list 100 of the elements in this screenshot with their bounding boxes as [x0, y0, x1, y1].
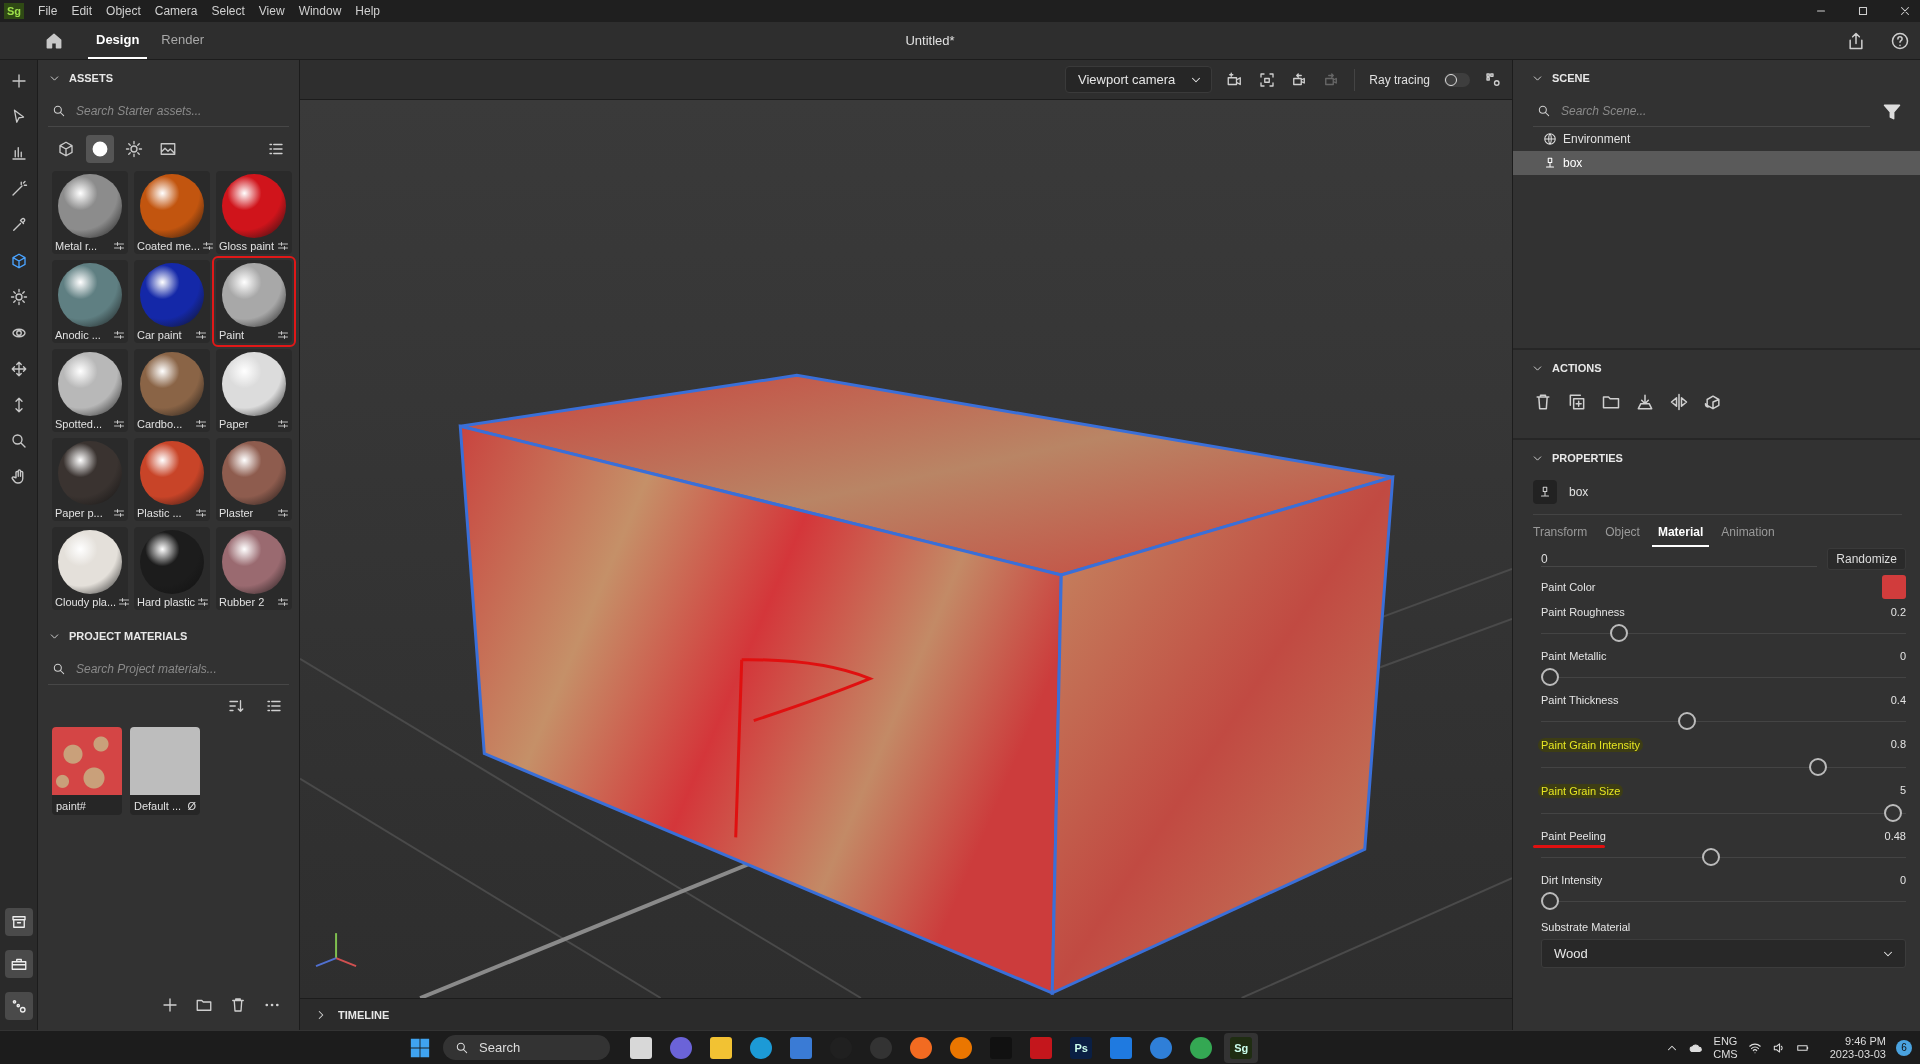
menu-item[interactable]: View — [258, 4, 285, 18]
material-card[interactable]: Cardbo... — [134, 349, 210, 432]
search-field[interactable]: Search Scene... — [1559, 103, 1866, 119]
maximize-icon[interactable] — [1856, 4, 1870, 18]
section-title: ACTIONS — [1552, 362, 1602, 374]
material-card[interactable]: Anodic ... — [52, 260, 128, 343]
language-indicator[interactable]: ENG CMS — [1713, 1034, 1738, 1061]
material-card[interactable]: Hard plastic — [134, 527, 210, 610]
properties-tab[interactable]: Transform — [1527, 521, 1594, 547]
material-name: Cardbo... — [137, 418, 183, 430]
material-card[interactable]: Plaster — [216, 438, 292, 521]
sliders-icon[interactable] — [277, 329, 289, 341]
material-card[interactable]: Plastic ... — [134, 438, 210, 521]
duplicate-icon[interactable] — [1567, 392, 1587, 412]
taskbar-search[interactable]: Search — [443, 1035, 611, 1060]
randomize-button[interactable]: Randomize — [1827, 548, 1906, 570]
ray-tracing-toggle[interactable] — [1444, 72, 1470, 87]
sort-icon[interactable] — [227, 697, 245, 715]
trash-icon[interactable] — [229, 996, 247, 1014]
sliders-icon[interactable] — [113, 418, 125, 430]
sliders-icon[interactable] — [113, 507, 125, 519]
menu-item[interactable]: Object — [106, 4, 141, 18]
menu-item[interactable]: Camera — [154, 4, 198, 18]
bar-chart-icon — [9, 144, 28, 162]
menu-item[interactable]: Select — [211, 4, 245, 18]
slider-thumb[interactable] — [1541, 668, 1559, 686]
material-name: Gloss paint — [219, 240, 275, 252]
taskbar-app[interactable]: Ps — [1064, 1032, 1099, 1063]
workspace-tab[interactable]: Render — [153, 22, 212, 59]
slider-thumb[interactable] — [1884, 804, 1902, 822]
camera-dropdown[interactable]: Viewport camera — [1065, 66, 1213, 93]
mirror-icon[interactable] — [1669, 392, 1689, 412]
slider-thumb[interactable] — [1609, 624, 1628, 642]
notification-badge[interactable]: 6 — [1896, 1039, 1912, 1056]
sliders-icon[interactable] — [202, 240, 214, 252]
material-name: Metal r... — [55, 240, 98, 252]
sliders-icon[interactable] — [195, 507, 207, 519]
sliders-icon[interactable] — [113, 329, 125, 341]
slider-thumb[interactable] — [1541, 892, 1559, 910]
material-card[interactable]: Coated me... — [134, 171, 210, 254]
sliders-icon[interactable] — [277, 240, 289, 252]
sliders-icon[interactable] — [197, 596, 210, 608]
material-card[interactable]: paint# — [52, 727, 122, 815]
search-icon — [9, 432, 28, 450]
sliders-icon[interactable] — [195, 329, 207, 341]
download-icon[interactable] — [1635, 392, 1655, 412]
properties-tab[interactable]: Material — [1651, 521, 1710, 547]
material-name: Anodic ... — [55, 329, 101, 341]
material-card[interactable]: Paper p... — [52, 438, 128, 521]
sliders-icon[interactable] — [118, 596, 131, 608]
search-field[interactable]: Search Starter assets... — [74, 103, 285, 119]
material-card[interactable]: Paper — [216, 349, 292, 432]
section-title: PROJECT MATERIALS — [69, 630, 188, 642]
object-icon — [1543, 156, 1557, 170]
color-swatch[interactable] — [1882, 575, 1906, 599]
material-card[interactable]: Cloudy pla... — [52, 527, 128, 610]
sliders-icon[interactable] — [277, 418, 289, 430]
filter-button[interactable] — [86, 135, 114, 163]
slider-thumb[interactable] — [1808, 758, 1827, 776]
taskbar-app[interactable]: Sg — [1224, 1032, 1259, 1063]
search-field[interactable]: Search Project materials... — [74, 661, 285, 677]
menu-item[interactable]: Help — [355, 4, 380, 18]
material-card[interactable]: Rubber 2 — [216, 527, 292, 610]
substrate-dropdown[interactable]: Wood — [1541, 939, 1906, 968]
material-card[interactable]: Gloss paint — [216, 171, 292, 254]
frame-camera-icon[interactable] — [1258, 70, 1277, 89]
panel-button[interactable] — [4, 992, 33, 1020]
property-label: Paint Grain Intensity — [1538, 738, 1644, 752]
properties-tab[interactable]: Object — [1599, 521, 1646, 547]
close-icon[interactable] — [1898, 4, 1912, 18]
material-card[interactable]: Metal r... — [52, 171, 128, 254]
sliders-icon[interactable] — [195, 418, 207, 430]
windows-logo-icon[interactable] — [409, 1036, 432, 1059]
material-card[interactable]: Car paint — [134, 260, 210, 343]
menu-item[interactable]: Edit — [71, 4, 93, 18]
sliders-icon[interactable] — [277, 596, 289, 608]
scene-item[interactable]: Environment — [1513, 127, 1920, 151]
clock[interactable]: 9:46 PM 2023-03-03 — [1829, 1034, 1886, 1061]
sliders-icon[interactable] — [113, 240, 125, 252]
render-settings-icon[interactable] — [1484, 70, 1502, 89]
slider-value: 0.2 — [1890, 606, 1906, 618]
speaker-icon[interactable] — [1771, 1040, 1786, 1055]
panel-button[interactable] — [4, 950, 33, 978]
plus-icon[interactable] — [161, 996, 179, 1014]
panel-button[interactable] — [4, 908, 33, 936]
share-icon[interactable] — [1846, 30, 1866, 51]
move-icon — [9, 360, 28, 378]
help-icon[interactable] — [1890, 30, 1910, 51]
menu-item[interactable]: Window — [298, 4, 342, 18]
globe-icon — [1543, 132, 1557, 146]
seed-field[interactable]: 0 — [1541, 551, 1818, 567]
scene-item[interactable]: box — [1513, 151, 1920, 175]
slider-thumb[interactable] — [1702, 848, 1721, 866]
properties-tab[interactable]: Animation — [1715, 521, 1781, 547]
box-model-drawing[interactable] — [458, 373, 1395, 996]
material-card[interactable]: Spotted... — [52, 349, 128, 432]
slider-thumb[interactable] — [1678, 712, 1697, 730]
menu-item[interactable]: File — [38, 4, 58, 18]
material-card[interactable]: Default ... Ø — [130, 727, 200, 815]
sliders-icon[interactable] — [277, 507, 289, 519]
